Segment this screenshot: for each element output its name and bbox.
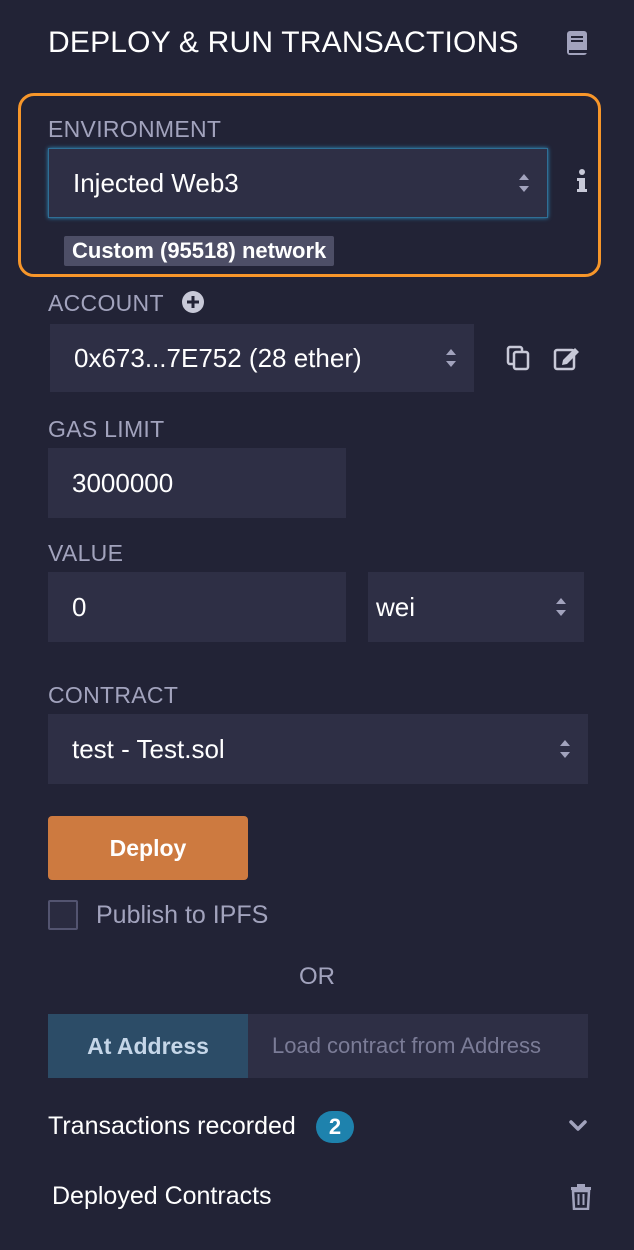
- environment-label: ENVIRONMENT: [48, 116, 222, 142]
- contract-value: test - Test.sol: [72, 733, 225, 764]
- info-icon[interactable]: [576, 168, 588, 194]
- value-input[interactable]: 0: [48, 572, 346, 642]
- value-label: VALUE: [48, 540, 124, 566]
- load-contract-address-input[interactable]: [248, 1014, 588, 1078]
- select-arrows-icon: [446, 349, 456, 367]
- publish-ipfs-label: Publish to IPFS: [96, 901, 269, 929]
- publish-ipfs-checkbox[interactable]: [48, 900, 78, 930]
- gas-limit-value: 3000000: [72, 467, 174, 498]
- contract-select[interactable]: test - Test.sol: [48, 714, 588, 784]
- page-title: DEPLOY & RUN TRANSACTIONS: [48, 26, 519, 59]
- gas-limit-input[interactable]: 3000000: [48, 448, 346, 518]
- gas-limit-label: GAS LIMIT: [48, 416, 165, 442]
- chevron-down-icon[interactable]: [569, 1120, 587, 1132]
- value-amount: 0: [72, 591, 87, 622]
- environment-value: Injected Web3: [73, 167, 239, 198]
- account-label: ACCOUNT: [48, 290, 164, 316]
- transactions-recorded-label[interactable]: Transactions recorded: [48, 1112, 296, 1141]
- environment-select[interactable]: Injected Web3: [48, 148, 548, 218]
- or-divider: OR: [299, 963, 335, 990]
- deploy-button[interactable]: Deploy: [48, 816, 248, 880]
- deployed-contracts-label: Deployed Contracts: [52, 1182, 272, 1210]
- network-badge: Custom (95518) network: [64, 236, 335, 266]
- value-unit: wei: [376, 591, 416, 622]
- transactions-count-badge: 2: [316, 1111, 354, 1143]
- book-icon[interactable]: [565, 30, 589, 56]
- edit-icon[interactable]: [553, 345, 581, 371]
- trash-icon[interactable]: [570, 1184, 592, 1210]
- select-arrows-icon: [556, 598, 566, 616]
- value-unit-select[interactable]: wei: [368, 572, 584, 642]
- select-arrows-icon: [560, 740, 570, 758]
- contract-label: CONTRACT: [48, 682, 179, 708]
- copy-icon[interactable]: [506, 345, 530, 371]
- at-address-button[interactable]: At Address: [48, 1014, 248, 1078]
- account-value: 0x673...7E752 (28 ether): [74, 342, 362, 373]
- add-account-icon[interactable]: [181, 290, 205, 314]
- select-arrows-icon: [519, 174, 529, 192]
- account-select[interactable]: 0x673...7E752 (28 ether): [50, 324, 474, 392]
